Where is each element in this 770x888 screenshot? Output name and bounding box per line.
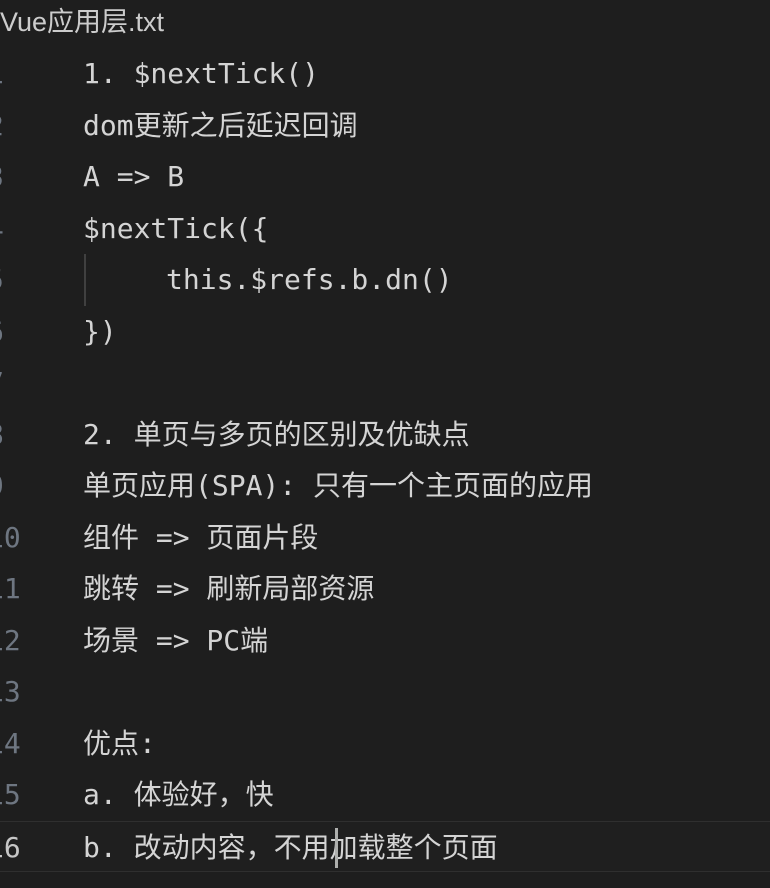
line-number: 6 [0,306,13,358]
line-number: 5 [0,254,13,306]
line-number: 2 [0,100,13,152]
file-title-text: Vue应用层.txt [0,7,165,37]
line-number: 8 [0,409,13,461]
line-text[interactable]: 2. 单页与多页的区别及优缺点 [83,409,470,461]
editor-line-8[interactable]: 8 2. 单页与多页的区别及优缺点 [0,409,770,461]
line-text[interactable]: $nextTick({ [83,203,268,255]
line-text[interactable]: A => B [83,151,184,203]
editor-line-11[interactable]: 11 跳转 => 刷新局部资源 [0,563,770,615]
line-number: 11 [0,572,21,605]
line-text[interactable]: 1. $nextTick() [83,48,319,100]
editor-line-4[interactable]: 4 $nextTick({ [0,203,770,255]
editor-line-1[interactable]: 1 1. $nextTick() [0,48,770,100]
editor-line-16[interactable]: 16 b. 改动内容，不用加载整个页面 [0,820,770,874]
text-cursor [335,827,338,868]
line-text[interactable]: dom更新之后延迟回调 [83,100,358,152]
editor-line-10[interactable]: 10 组件 => 页面片段 [0,512,770,564]
editor-line-13[interactable]: 13 [0,666,770,718]
line-number: 15 [0,778,21,811]
line-text[interactable]: 组件 => 页面片段 [83,512,318,564]
indent-guide [84,254,86,306]
line-text[interactable]: }) [83,306,117,358]
editor-line-14[interactable]: 14 优点: [0,718,770,770]
line-text[interactable]: this.$refs.b.dn() [166,254,453,306]
editor-line-6[interactable]: 6 }) [0,306,770,358]
line-text[interactable]: 单页应用(SPA): 只有一个主页面的应用 [83,460,593,512]
line-text[interactable]: 场景 => PC端 [83,615,268,667]
line-number: 9 [0,460,13,512]
line-number: 12 [0,623,21,657]
line-number: 10 [0,520,21,554]
line-text[interactable]: a. 体验好，快 [83,769,274,821]
editor-line-9[interactable]: 9 单页应用(SPA): 只有一个主页面的应用 [0,460,770,512]
editor-line-3[interactable]: 3 A => B [0,151,770,203]
file-title: Vue应用层.txt [0,0,770,46]
line-number: 3 [0,151,13,203]
editor-line-7[interactable]: 7 [0,357,770,409]
editor-line-2[interactable]: 2 dom更新之后延迟回调 [0,100,770,152]
editor-line-5[interactable]: 5 this.$refs.b.dn() [0,254,770,306]
line-text[interactable]: 跳转 => 刷新局部资源 [83,563,374,615]
text-editor[interactable]: 1 1. $nextTick() 2 dom更新之后延迟回调 3 A => B … [0,48,770,884]
line-number: 14 [0,726,21,760]
line-number: 13 [0,675,21,708]
line-number: 7 [0,357,13,409]
line-number: 1 [0,48,13,100]
line-text[interactable]: 优点: [83,718,156,770]
line-number: 4 [0,203,13,255]
line-number: 16 [0,830,21,864]
editor-line-15[interactable]: 15 a. 体验好，快 [0,769,770,821]
editor-line-12[interactable]: 12 场景 => PC端 [0,615,770,667]
line-text[interactable]: b. 改动内容，不用加载整个页面 [83,822,498,874]
